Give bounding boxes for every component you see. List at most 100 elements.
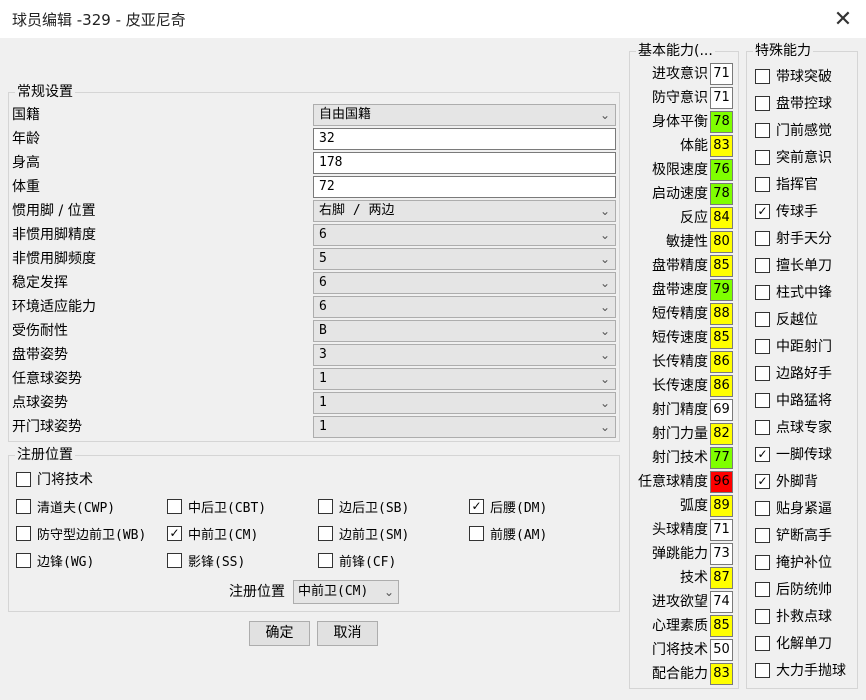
stat-value[interactable]: 86: [710, 351, 733, 373]
chevron-down-icon: ⌄: [599, 324, 610, 338]
stat-value[interactable]: 86: [710, 375, 733, 397]
skill-checkbox[interactable]: ✓ 外脚背: [755, 471, 818, 491]
ok-button[interactable]: 确定: [249, 621, 310, 646]
position-checkbox[interactable]: 中后卫(CBT): [167, 496, 266, 516]
position-checkbox[interactable]: 前腰(AM): [469, 523, 547, 543]
select-field[interactable]: 6 ⌄: [313, 224, 616, 246]
skill-checkbox[interactable]: 柱式中锋: [755, 282, 832, 302]
stat-value[interactable]: 82: [710, 423, 733, 445]
skill-checkbox[interactable]: 铲断高手: [755, 525, 832, 545]
stat-value[interactable]: 71: [710, 87, 733, 109]
position-checkbox[interactable]: ✓ 中前卫(CM): [167, 523, 258, 543]
skill-checkbox[interactable]: 贴身紧逼: [755, 498, 832, 518]
stat-value[interactable]: 87: [710, 567, 733, 589]
chevron-down-icon: ⌄: [599, 396, 610, 410]
chevron-down-icon: ⌄: [599, 420, 610, 434]
stat-value[interactable]: 88: [710, 303, 733, 325]
stat-value[interactable]: 71: [710, 63, 733, 85]
register-position-value: 中前卫(CM): [298, 584, 369, 599]
stat-value[interactable]: 85: [710, 255, 733, 277]
register-position-select[interactable]: 中前卫(CM) ⌄: [293, 580, 399, 604]
skill-checkbox[interactable]: ✓ 传球手: [755, 201, 818, 221]
text-field[interactable]: 178: [313, 152, 616, 174]
select-field[interactable]: B ⌄: [313, 320, 616, 342]
stat-value[interactable]: 76: [710, 159, 733, 181]
skill-checkbox[interactable]: 边路好手: [755, 363, 832, 383]
skill-checkbox[interactable]: 门前感觉: [755, 120, 832, 140]
cancel-button[interactable]: 取消: [317, 621, 378, 646]
position-checkbox[interactable]: 清道夫(CWP): [16, 496, 115, 516]
position-checkbox[interactable]: 门将技术: [16, 469, 93, 489]
stat-value[interactable]: 96: [710, 471, 733, 493]
skill-checkbox[interactable]: 指挥官: [755, 174, 818, 194]
skill-checkbox[interactable]: 突前意识: [755, 147, 832, 167]
stat-value[interactable]: 89: [710, 495, 733, 517]
stat-value[interactable]: 77: [710, 447, 733, 469]
skill-checkbox[interactable]: 中路猛将: [755, 390, 832, 410]
select-field[interactable]: 1 ⌄: [313, 416, 616, 438]
skill-label: 带球突破: [776, 69, 832, 85]
stat-value[interactable]: 80: [710, 231, 733, 253]
select-field[interactable]: 6 ⌄: [313, 272, 616, 294]
position-checkbox[interactable]: 影锋(SS): [167, 550, 245, 570]
position-checkbox[interactable]: ✓ 后腰(DM): [469, 496, 547, 516]
field-label: 国籍: [12, 107, 40, 123]
select-field[interactable]: 自由国籍 ⌄: [313, 104, 616, 126]
checkbox-box: [755, 500, 770, 516]
stat-value[interactable]: 50: [710, 639, 733, 661]
stat-value[interactable]: 78: [710, 183, 733, 205]
select-field[interactable]: 6 ⌄: [313, 296, 616, 318]
skill-checkbox[interactable]: 化解单刀: [755, 633, 832, 653]
select-field[interactable]: 5 ⌄: [313, 248, 616, 270]
stat-label: 进攻欲望: [652, 594, 708, 610]
stat-value[interactable]: 83: [710, 135, 733, 157]
skill-checkbox[interactable]: 带球突破: [755, 66, 832, 86]
stat-value[interactable]: 69: [710, 399, 733, 421]
position-checkbox[interactable]: 边锋(WG): [16, 550, 94, 570]
stat-value[interactable]: 74: [710, 591, 733, 613]
skill-checkbox[interactable]: 大力手抛球: [755, 660, 846, 680]
select-field[interactable]: 1 ⌄: [313, 368, 616, 390]
field-value: 6: [319, 227, 327, 242]
checkbox-box: [755, 257, 770, 273]
field-label: 非惯用脚精度: [12, 227, 96, 243]
skill-checkbox[interactable]: 射手天分: [755, 228, 832, 248]
stat-value[interactable]: 85: [710, 327, 733, 349]
text-field[interactable]: 72: [313, 176, 616, 198]
position-checkbox[interactable]: 边后卫(SB): [318, 496, 409, 516]
stat-value[interactable]: 83: [710, 663, 733, 685]
stat-value[interactable]: 71: [710, 519, 733, 541]
skill-checkbox[interactable]: 后防统帅: [755, 579, 832, 599]
stat-value[interactable]: 73: [710, 543, 733, 565]
checkbox-box: [16, 498, 31, 514]
stat-value[interactable]: 85: [710, 615, 733, 637]
position-checkbox[interactable]: 前锋(CF): [318, 550, 396, 570]
stat-value[interactable]: 78: [710, 111, 733, 133]
text-field[interactable]: 32: [313, 128, 616, 150]
skill-checkbox[interactable]: 掩护补位: [755, 552, 832, 572]
skill-checkbox[interactable]: 扑救点球: [755, 606, 832, 626]
position-checkbox[interactable]: 防守型边前卫(WB): [16, 523, 146, 543]
skill-checkbox[interactable]: 盘带控球: [755, 93, 832, 113]
select-field[interactable]: 3 ⌄: [313, 344, 616, 366]
checkbox-box: [755, 284, 770, 300]
stat-label: 体能: [680, 138, 708, 154]
skill-label: 后防统帅: [776, 582, 832, 598]
stat-value[interactable]: 79: [710, 279, 733, 301]
skill-checkbox[interactable]: ✓ 一脚传球: [755, 444, 832, 464]
skill-checkbox[interactable]: 擅长单刀: [755, 255, 832, 275]
field-value: 1: [319, 371, 327, 386]
stat-value[interactable]: 84: [710, 207, 733, 229]
skill-checkbox[interactable]: 反越位: [755, 309, 818, 329]
close-icon[interactable]: ✕: [820, 0, 866, 38]
select-field[interactable]: 右脚 / 两边 ⌄: [313, 200, 616, 222]
skill-checkbox[interactable]: 中距射门: [755, 336, 832, 356]
position-checkbox[interactable]: 边前卫(SM): [318, 523, 409, 543]
window-title: 球员编辑 -329 - 皮亚尼奇: [12, 11, 186, 29]
select-field[interactable]: 1 ⌄: [313, 392, 616, 414]
stat-label: 敏捷性: [666, 234, 708, 250]
checkbox-box: [755, 176, 770, 192]
skill-checkbox[interactable]: 点球专家: [755, 417, 832, 437]
stat-label: 技术: [680, 570, 708, 586]
checkbox-box: [755, 392, 770, 408]
